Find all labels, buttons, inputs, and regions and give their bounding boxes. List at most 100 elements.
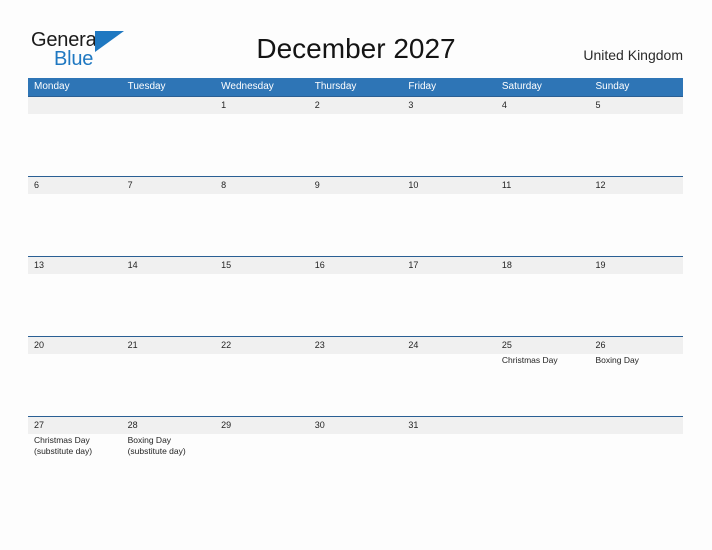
- day-number: 16: [314, 260, 325, 270]
- day-events: Boxing Day: [595, 354, 677, 366]
- calendar-day-cell[interactable]: 13: [28, 257, 122, 336]
- calendar-day-cell[interactable]: 24: [402, 337, 496, 416]
- calendar-day-cell[interactable]: 22: [215, 337, 309, 416]
- day-number: 12: [595, 180, 606, 190]
- calendar-day-cell[interactable]: 31: [402, 417, 496, 478]
- weekday-header-thursday: Thursday: [314, 81, 357, 92]
- day-number: 31: [408, 420, 419, 430]
- calendar-day-cell[interactable]: 5: [589, 97, 683, 176]
- calendar-day-cell-empty: [28, 97, 122, 176]
- holiday-label: Christmas Day: [501, 355, 558, 365]
- weekday-header-saturday: Saturday: [501, 81, 542, 92]
- calendar-day-cell[interactable]: 29: [215, 417, 309, 478]
- calendar-day-cell[interactable]: 15: [215, 257, 309, 336]
- day-number: 30: [314, 420, 325, 430]
- calendar-weeks: 1 2 3 4 5 6 7 8 9 10 11 12 13 14 15 16 17 18 19 20 21 22 23 24 2…: [28, 96, 683, 478]
- country-label: United Kingdom: [583, 47, 683, 63]
- day-number: 3: [408, 100, 414, 110]
- day-number: 26: [595, 340, 606, 350]
- day-number: 24: [408, 340, 419, 350]
- day-number: [502, 417, 584, 434]
- day-number: 6: [34, 180, 40, 190]
- day-number: 28: [127, 420, 138, 430]
- day-events: Boxing Day (substitute day): [128, 434, 210, 457]
- week-day-cells: 1 2 3 4 5: [28, 97, 683, 176]
- calendar-grid: Monday Tuesday Wednesday Thursday Friday Satu…: [28, 78, 683, 478]
- holiday-label: Christmas Day: [34, 435, 90, 445]
- day-number: 9: [314, 180, 320, 190]
- calendar-day-cell[interactable]: 1: [215, 97, 309, 176]
- day-number: 14: [127, 260, 138, 270]
- day-number: 19: [595, 260, 606, 270]
- calendar-week-row: 27 Christmas Day (substitute day) 28 Boxing …: [28, 416, 683, 478]
- weekday-header-row: Monday Tuesday Wednesday Thursday Friday Satu…: [28, 78, 683, 96]
- calendar-day-cell[interactable]: 16: [309, 257, 403, 336]
- calendar-day-cell[interactable]: 6: [28, 177, 122, 256]
- calendar-day-cell[interactable]: 4: [496, 97, 590, 176]
- weekday-header-friday: Friday: [408, 81, 437, 92]
- day-number: 2: [314, 100, 320, 110]
- day-number: 25: [501, 340, 512, 350]
- week-day-cells: 20 21 22 23 24 25 Christmas Day 26 Boxing Day: [28, 337, 683, 416]
- day-number: 15: [221, 260, 232, 270]
- calendar-day-cell[interactable]: 19: [589, 257, 683, 336]
- calendar-day-cell-empty: [496, 417, 590, 478]
- calendar-day-cell[interactable]: 28 Boxing Day (substitute day): [122, 417, 216, 478]
- calendar-day-cell[interactable]: 23: [309, 337, 403, 416]
- day-number: [128, 97, 210, 114]
- page-header: General Blue December 2027 United Kingdo…: [0, 0, 712, 76]
- calendar-week-row: 13 14 15 16 17 18 19: [28, 256, 683, 336]
- calendar-day-cell[interactable]: 2: [309, 97, 403, 176]
- calendar-day-cell-empty: [589, 417, 683, 478]
- day-events: Christmas Day: [502, 354, 584, 366]
- holiday-label: Boxing Day: [595, 355, 639, 365]
- day-number: 17: [408, 260, 419, 270]
- day-number: 23: [314, 340, 325, 350]
- day-number: 4: [501, 100, 507, 110]
- calendar-day-cell[interactable]: 14: [122, 257, 216, 336]
- calendar-day-cell[interactable]: 18: [496, 257, 590, 336]
- day-number: 11: [501, 180, 512, 190]
- day-number: 21: [127, 340, 138, 350]
- day-number: 7: [127, 180, 133, 190]
- holiday-label: (substitute day): [34, 446, 93, 456]
- calendar-day-cell[interactable]: 12: [589, 177, 683, 256]
- weekday-header-sunday: Sunday: [595, 81, 630, 92]
- day-number: 13: [34, 260, 45, 270]
- calendar-day-cell[interactable]: 30: [309, 417, 403, 478]
- week-day-cells: 27 Christmas Day (substitute day) 28 Boxing …: [28, 417, 683, 478]
- holiday-label: Boxing Day: [127, 435, 172, 445]
- day-number: 20: [34, 340, 45, 350]
- day-number: 10: [408, 180, 419, 190]
- calendar-day-cell[interactable]: 8: [215, 177, 309, 256]
- calendar-day-cell[interactable]: 20: [28, 337, 122, 416]
- calendar-day-cell[interactable]: 9: [309, 177, 403, 256]
- calendar-day-cell[interactable]: 7: [122, 177, 216, 256]
- calendar-day-cell[interactable]: 25 Christmas Day: [496, 337, 590, 416]
- day-number: 1: [221, 100, 227, 110]
- calendar-day-cell[interactable]: 11: [496, 177, 590, 256]
- calendar-day-cell[interactable]: 21: [122, 337, 216, 416]
- day-number: [34, 97, 116, 114]
- calendar-day-cell[interactable]: 26 Boxing Day: [589, 337, 683, 416]
- calendar-day-cell[interactable]: 27 Christmas Day (substitute day): [28, 417, 122, 478]
- day-number: 29: [221, 420, 232, 430]
- calendar-week-row: 1 2 3 4 5: [28, 96, 683, 176]
- day-number: [595, 417, 677, 434]
- calendar-day-cell-empty: [122, 97, 216, 176]
- calendar-day-cell[interactable]: 17: [402, 257, 496, 336]
- day-number: 18: [501, 260, 512, 270]
- day-number: 8: [221, 180, 227, 190]
- calendar-day-cell[interactable]: 10: [402, 177, 496, 256]
- day-number: 27: [34, 420, 45, 430]
- weekday-header-wednesday: Wednesday: [221, 81, 274, 92]
- calendar-week-row: 6 7 8 9 10 11 12: [28, 176, 683, 256]
- day-number: 22: [221, 340, 232, 350]
- day-number: 5: [595, 100, 601, 110]
- week-day-cells: 6 7 8 9 10 11 12: [28, 177, 683, 256]
- weekday-header-monday: Monday: [34, 81, 70, 92]
- calendar-week-row: 20 21 22 23 24 25 Christmas Day 26 Boxing Day: [28, 336, 683, 416]
- holiday-label: (substitute day): [127, 446, 186, 456]
- calendar-day-cell[interactable]: 3: [402, 97, 496, 176]
- weekday-header-tuesday: Tuesday: [127, 81, 166, 92]
